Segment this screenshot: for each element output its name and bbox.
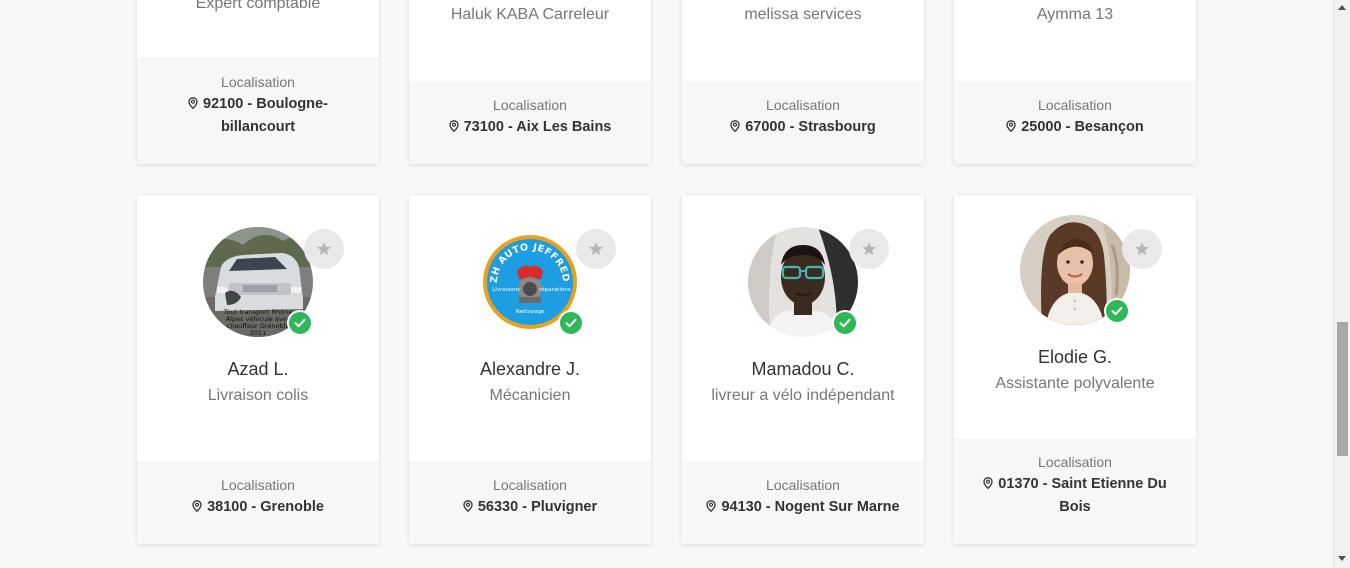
favorite-button[interactable] — [1122, 229, 1162, 269]
location-value: 56330 - Pluvigner — [409, 496, 651, 519]
provider-title: Livraison colis — [207, 387, 309, 404]
provider-card[interactable]: BZH AUTO JEFFREDO Livraisons réparations… — [409, 195, 651, 544]
scroll-up-arrow[interactable] — [1338, 5, 1346, 10]
check-icon — [565, 318, 577, 328]
star-icon — [862, 242, 876, 255]
check-icon — [839, 318, 851, 328]
location-line: 92100 - Boulogne- — [203, 96, 328, 112]
favorite-button[interactable] — [576, 229, 616, 269]
provider-title: Assistante polyvalente — [995, 375, 1155, 392]
location-label: Localisation — [1038, 97, 1112, 113]
location-line: billancourt — [220, 119, 296, 135]
location-label: Localisation — [221, 74, 295, 90]
provider-card[interactable]: melissa services Localisation 67000 - St… — [682, 0, 924, 164]
location-line: 01370 - Saint Etienne Du — [998, 476, 1167, 492]
favorite-button[interactable] — [304, 229, 344, 269]
location-line: 67000 - Strasbourg — [745, 119, 876, 135]
provider-card[interactable]: Tout transport Rhône Alpes véhicule avec… — [137, 195, 379, 544]
provider-name[interactable]: Mamadou C. — [682, 359, 924, 380]
provider-card[interactable]: Haluk KABA Carreleur Localisation 73100 … — [409, 0, 651, 164]
provider-name[interactable]: Alexandre J. — [409, 359, 651, 380]
provider-title: Aymma 13 — [1036, 6, 1114, 23]
location-line: Bois — [1059, 499, 1091, 515]
provider-name[interactable]: Azad L. — [137, 359, 379, 380]
provider-title: Haluk KABA Carreleur — [450, 6, 610, 23]
card-location-footer: Localisation 01370 - Saint Etienne Du Bo… — [954, 438, 1196, 544]
card-location-footer: Localisation 67000 - Strasbourg — [682, 81, 924, 164]
provider-card[interactable]: Expert comptable Localisation 92100 - Bo… — [137, 0, 379, 164]
map-pin-icon — [463, 500, 473, 512]
map-pin-icon — [706, 500, 717, 512]
provider-title: Mécanicien — [489, 387, 571, 404]
map-pin-icon — [188, 97, 198, 109]
verified-badge — [1104, 298, 1130, 324]
svg-text:Nettoyage: Nettoyage — [516, 309, 545, 315]
location-label: Localisation — [493, 97, 567, 113]
location-label: Localisation — [493, 477, 567, 493]
verified-badge — [832, 310, 858, 336]
svg-text:2011: 2011 — [250, 329, 267, 337]
location-line: 25000 - Besançon — [1021, 119, 1144, 135]
location-value: 01370 - Saint Etienne Du Bois — [954, 473, 1196, 519]
card-location-footer: Localisation 94130 - Nogent Sur Marne — [682, 461, 924, 544]
star-icon — [589, 242, 603, 255]
location-line: 73100 - Aix Les Bains — [463, 119, 612, 135]
verified-badge — [287, 310, 313, 336]
svg-text:réparations: réparations — [539, 286, 571, 293]
location-label: Localisation — [221, 477, 295, 493]
location-line: 94130 - Nogent Sur Marne — [721, 499, 900, 515]
verified-badge — [558, 310, 584, 336]
location-line: 38100 - Grenoble — [207, 499, 324, 515]
map-pin-icon — [730, 120, 740, 132]
provider-title: livreur a vélo indépendant — [711, 387, 895, 404]
provider-card[interactable]: Aymma 13 Localisation 25000 - Besançon — [954, 0, 1196, 164]
map-pin-icon — [1006, 120, 1016, 132]
location-label: Localisation — [766, 477, 840, 493]
location-value: 94130 - Nogent Sur Marne — [682, 496, 924, 519]
check-icon — [1111, 306, 1123, 316]
provider-card[interactable]: Mamadou C. livreur a vélo indépendant Lo… — [682, 195, 924, 544]
provider-card[interactable]: Elodie G. Assistante polyvalente Localis… — [954, 195, 1196, 544]
card-location-footer: Localisation 73100 - Aix Les Bains — [409, 81, 651, 164]
star-icon — [1135, 242, 1149, 255]
star-icon — [317, 242, 331, 255]
check-icon — [294, 318, 306, 328]
svg-text:Livraisons: Livraisons — [492, 287, 520, 293]
location-value: 92100 - Boulogne- billancourt — [137, 93, 379, 139]
favorite-button[interactable] — [849, 229, 889, 269]
map-pin-icon — [983, 477, 993, 489]
location-value: 38100 - Grenoble — [137, 496, 379, 519]
card-location-footer: Localisation 38100 - Grenoble — [137, 461, 379, 544]
vertical-scrollbar[interactable] — [1333, 0, 1350, 568]
card-location-footer: Localisation 92100 - Boulogne- billancou… — [137, 58, 379, 164]
location-label: Localisation — [766, 97, 840, 113]
card-location-footer: Localisation 56330 - Pluvigner — [409, 461, 651, 544]
map-pin-icon — [192, 500, 202, 512]
provider-title: melissa services — [744, 6, 862, 23]
provider-title: Expert comptable — [195, 0, 321, 12]
location-value: 25000 - Besançon — [954, 116, 1196, 139]
location-line: 56330 - Pluvigner — [477, 499, 598, 515]
location-value: 73100 - Aix Les Bains — [409, 116, 651, 139]
card-location-footer: Localisation 25000 - Besançon — [954, 81, 1196, 164]
location-label: Localisation — [1038, 454, 1112, 470]
scrollbar-thumb[interactable] — [1337, 322, 1348, 456]
location-value: 67000 - Strasbourg — [682, 116, 924, 139]
provider-name[interactable]: Elodie G. — [954, 347, 1196, 368]
map-pin-icon — [448, 120, 459, 132]
scroll-down-arrow[interactable] — [1338, 556, 1346, 561]
